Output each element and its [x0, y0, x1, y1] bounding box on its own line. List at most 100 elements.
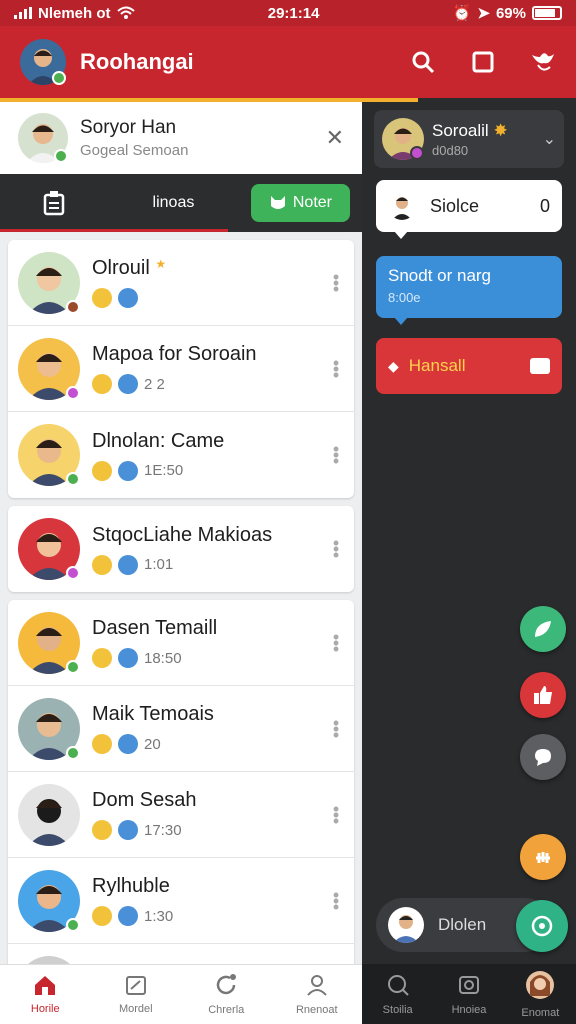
- wifi-icon: [116, 6, 135, 19]
- sticker-icon: [118, 648, 138, 668]
- comment-icon[interactable]: [530, 358, 550, 374]
- bubble-blue-title: Snodt or narg: [388, 266, 492, 285]
- chat-avatar: [18, 518, 80, 580]
- chat-avatar: [18, 869, 80, 932]
- message-bubble-blue[interactable]: Snodt or narg 8:00e: [376, 256, 562, 325]
- chat-avatar: [18, 783, 80, 846]
- side-panel: Soroalil ✸ d0d80 ⌄ Siolce 0 Snodt or nar…: [362, 102, 576, 964]
- chat-row[interactable]: StqocLiahe Makioas 1:01 • • •: [8, 506, 354, 592]
- chat-list-panel: Soryor Han Gogeal Semoan ✕ linoas Noter …: [0, 102, 362, 964]
- nav-label: Rnenoat: [295, 1004, 338, 1016]
- search-icon: [386, 973, 410, 1000]
- chat-name: Olrouil: [92, 257, 150, 279]
- chat-row[interactable]: Dnia Emrol •••: [8, 944, 354, 964]
- more-vert-icon[interactable]: • • •: [328, 800, 344, 830]
- chat-name: StqocLiahe Makioas: [92, 523, 273, 546]
- square-icon[interactable]: [470, 49, 496, 75]
- bubble-red-label: Hansall: [408, 356, 466, 375]
- app-header: Roohangai: [0, 26, 576, 98]
- chat-row[interactable]: Dasen Temaill 18:50 • • •: [8, 600, 354, 686]
- pill-avatar: [388, 907, 424, 943]
- nav-item-camera[interactable]: Hnoiea: [433, 964, 504, 1024]
- chat-name: Dom Sesah: [92, 789, 197, 811]
- chat-row[interactable]: Rylhuble 1:30 • • •: [8, 858, 354, 944]
- chat-row[interactable]: Maik Temoais 20 • • •: [8, 686, 354, 772]
- more-vert-icon[interactable]: • • •: [328, 440, 344, 470]
- sticker-icon: [118, 460, 138, 481]
- tab-indicator: [0, 229, 228, 232]
- chat-group: Dasen Temaill 18:50 • • • Maik Temoais 2…: [8, 600, 354, 964]
- more-vert-icon[interactable]: • • •: [328, 886, 344, 916]
- sticker-icon: [118, 906, 138, 926]
- alarm-icon: ⏰: [452, 5, 472, 22]
- camera-icon: [457, 973, 481, 1000]
- chat-row[interactable]: Dom Sesah 17:30 • • •: [8, 772, 354, 858]
- profile-card[interactable]: Soryor Han Gogeal Semoan ✕: [0, 102, 362, 174]
- emoji-icon: [92, 288, 112, 308]
- profile-icon: [305, 973, 329, 1000]
- chat-avatar: [18, 424, 80, 486]
- bubble-avatar: [388, 192, 416, 220]
- chat-meta: 2 2: [144, 375, 165, 393]
- nav-item-refresh[interactable]: Chrerla: [181, 965, 272, 1024]
- contact-sub: d0d80: [432, 142, 469, 158]
- nav-item-profile[interactable]: Rnenoat: [272, 965, 363, 1024]
- contact-name: Soroalil: [432, 120, 489, 140]
- chat-meta: 1:01: [144, 556, 174, 573]
- nav-item-avatar[interactable]: Enomat: [505, 964, 576, 1024]
- edit-icon: [125, 974, 147, 999]
- location-icon: ➤: [477, 5, 490, 22]
- chat-meta: 20: [144, 735, 161, 753]
- chevron-down-icon[interactable]: ⌄: [543, 129, 556, 149]
- bird-icon[interactable]: [530, 49, 556, 75]
- user-avatar[interactable]: [20, 39, 66, 85]
- pill-label: Dlolen: [438, 915, 487, 934]
- tab-clipboard[interactable]: [12, 190, 96, 216]
- search-icon[interactable]: [410, 49, 436, 75]
- chat-row[interactable]: Dlnolan: Came 1E:50 • • •: [8, 412, 354, 498]
- tab-noter[interactable]: Noter: [250, 184, 350, 222]
- tab-linoas[interactable]: linoas: [96, 194, 251, 212]
- bottom-nav-dark: Stoilia Hnoiea Enomat: [362, 964, 576, 1024]
- contact-card[interactable]: Soroalil ✸ d0d80 ⌄: [374, 110, 564, 168]
- status-bar: Nlemeh ot 29:1:14 ⏰ ➤ 69%: [0, 0, 576, 26]
- fork-icon: [536, 852, 550, 863]
- bubble-blue-sub: 8:00e: [388, 290, 421, 305]
- more-vert-icon[interactable]: • • •: [328, 354, 344, 384]
- nav-item-edit[interactable]: Mordel: [91, 965, 182, 1024]
- chat-row[interactable]: Olrouil ★ • • •: [8, 240, 354, 326]
- close-icon[interactable]: ✕: [326, 125, 344, 151]
- more-vert-icon[interactable]: • • •: [328, 268, 344, 298]
- like-fab[interactable]: [520, 672, 566, 718]
- target-fab[interactable]: [516, 900, 568, 952]
- more-vert-icon[interactable]: • • •: [328, 534, 344, 564]
- carrier-label: Nlemeh ot: [38, 4, 111, 22]
- nav-item-home[interactable]: Horile: [0, 965, 91, 1024]
- emoji-icon: [92, 734, 112, 754]
- chat-name: Dlnolan: Came: [92, 429, 225, 452]
- profile-subtitle: Gogeal Semoan: [80, 142, 189, 159]
- chat-row[interactable]: Mapoa for Soroain 2 2 • • •: [8, 326, 354, 412]
- chat-avatar: [18, 611, 80, 674]
- chat-group: Olrouil ★ • • • Mapoa for Soroain 2 2 • …: [8, 240, 354, 498]
- nav-label: Enomat: [521, 1006, 560, 1019]
- battery-icon: [531, 6, 562, 20]
- message-bubble-red[interactable]: ◆ Hansall: [376, 338, 562, 394]
- chat-group: StqocLiahe Makioas 1:01 • • •: [8, 506, 354, 592]
- chat-meta: 18:50: [144, 649, 182, 667]
- fork-fab[interactable]: [520, 834, 566, 880]
- more-vert-icon[interactable]: • • •: [328, 628, 344, 658]
- chat-meta: 17:30: [144, 821, 182, 839]
- leaf-fab[interactable]: [520, 606, 566, 652]
- sticker-icon: [118, 734, 138, 754]
- chat-fab[interactable]: [520, 734, 566, 780]
- diamond-icon: ◆: [388, 357, 399, 374]
- more-vert-icon[interactable]: • • •: [328, 714, 344, 744]
- tab-bar: linoas Noter: [0, 174, 362, 232]
- chat-meta: 1E:50: [144, 462, 184, 479]
- bubble-label: Siolce: [430, 195, 480, 216]
- emoji-icon: [92, 374, 112, 394]
- target-icon: [531, 915, 553, 937]
- nav-item-search[interactable]: Stoilia: [362, 964, 433, 1024]
- message-bubble-white[interactable]: Siolce 0: [376, 180, 562, 239]
